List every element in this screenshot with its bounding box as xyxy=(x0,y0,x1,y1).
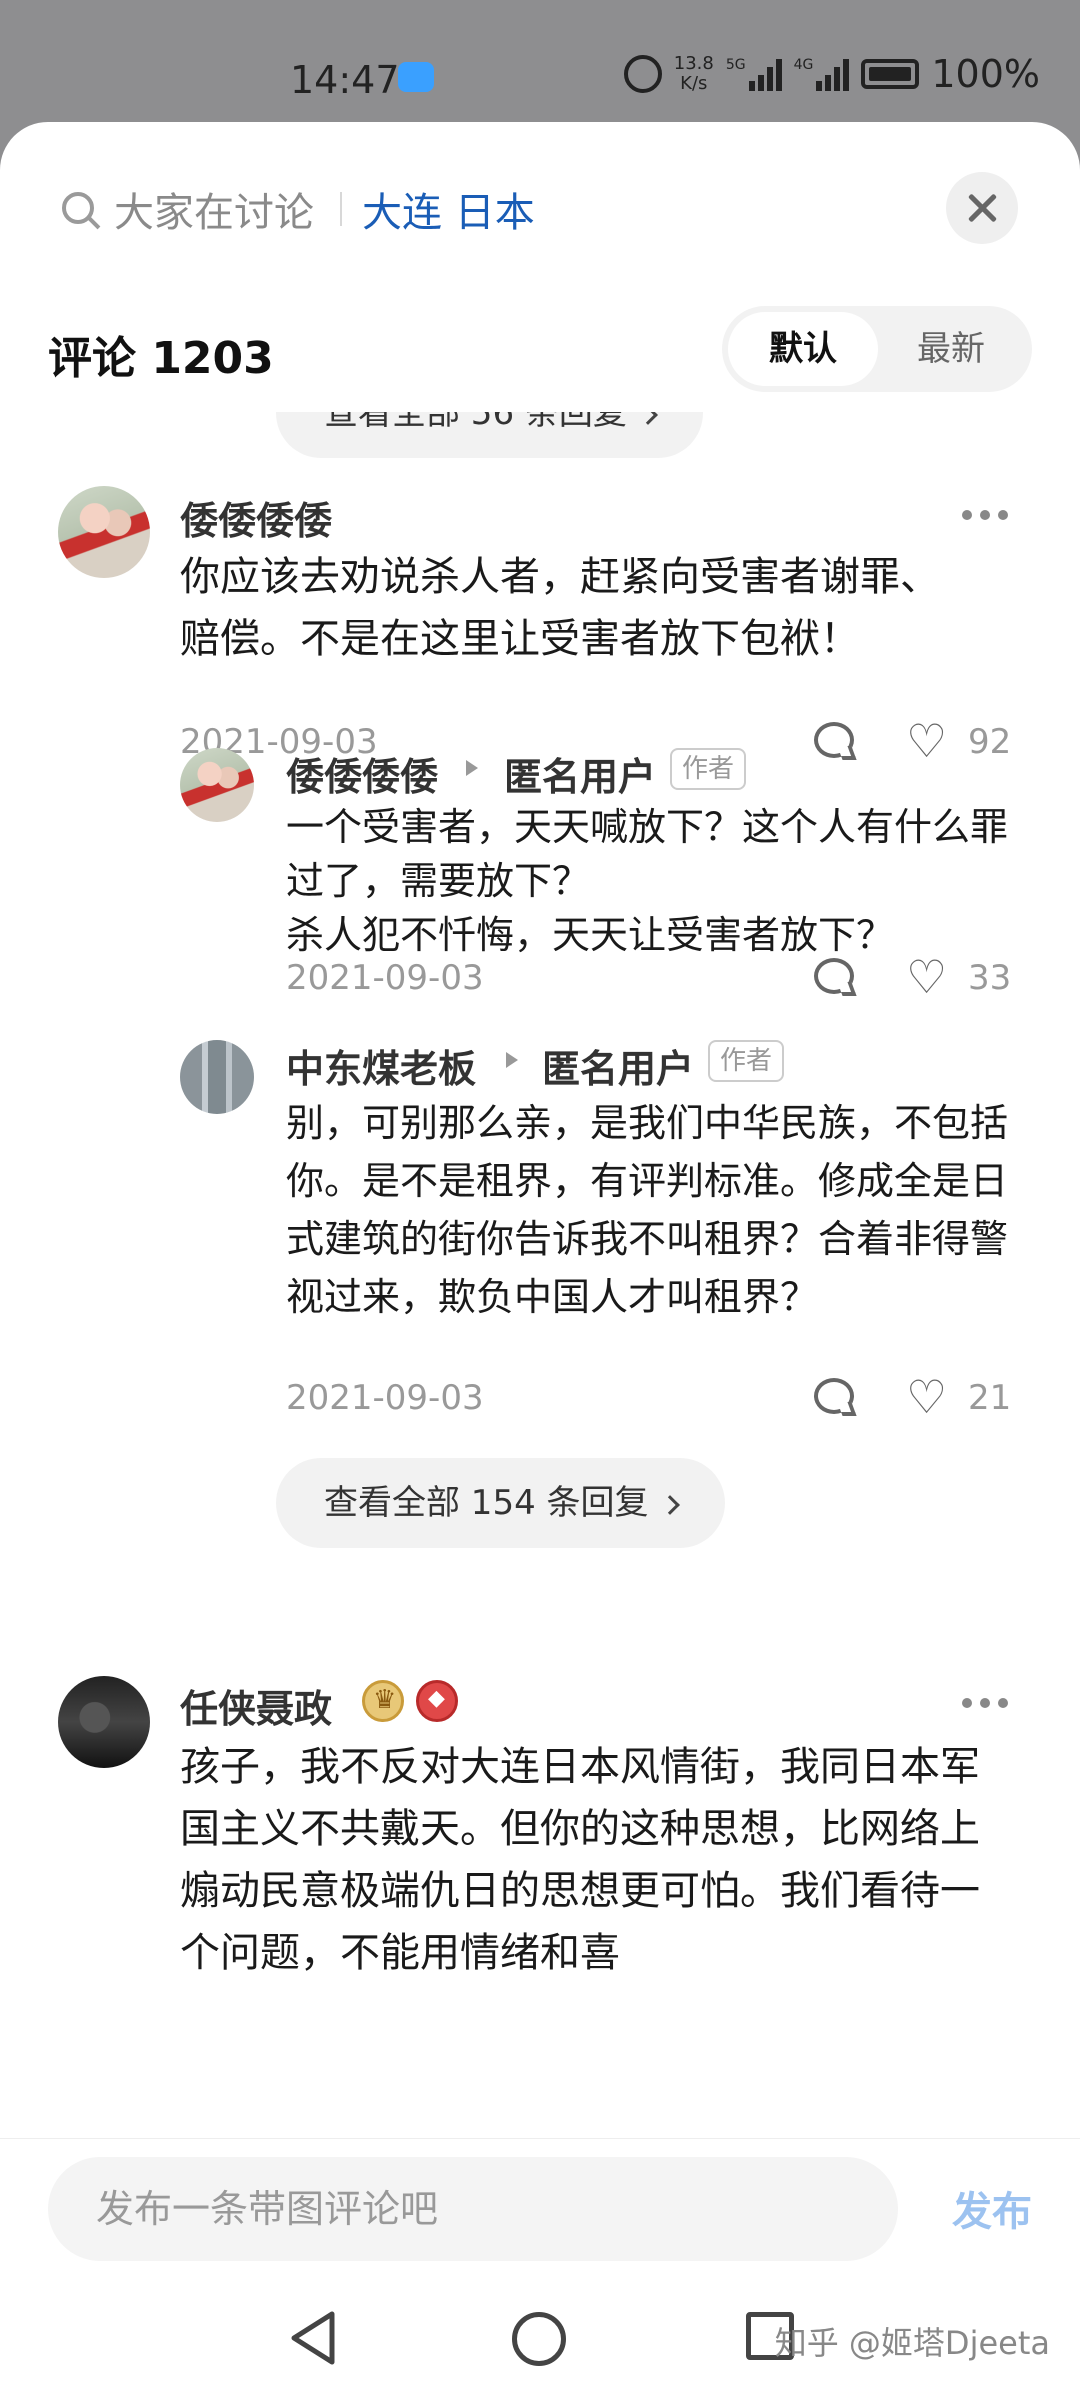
back-icon[interactable] xyxy=(288,2310,338,2366)
reply-username[interactable]: 中东煤老板 xyxy=(286,1038,476,1093)
reply-text: 别，可别那么亲，是我们中华民族，不包括你。是不是租界，有评判标准。修成全是日式建… xyxy=(286,1101,1009,1319)
reply-icon[interactable] xyxy=(814,958,854,994)
status-time: 14:47 xyxy=(290,58,400,102)
like-icon[interactable]: ♡ xyxy=(906,1374,947,1420)
signal-4g-icon: 4G xyxy=(794,57,850,91)
reply-icon[interactable] xyxy=(814,1378,854,1414)
comment-input-bar: 发布 xyxy=(0,2138,1080,2278)
net-speed: 13.8 K/s xyxy=(674,54,714,94)
reply-text: 一个受害者，天天喊放下？这个人有什么罪过了，需要放下？ 杀人犯不忏悔，天天让受害… xyxy=(286,805,1009,957)
view-all-replies-label: 查看全部 154 条回复 xyxy=(324,1483,649,1523)
like-count: 33 xyxy=(968,958,1012,998)
reply-to-username[interactable]: 匿名用户 xyxy=(504,746,656,801)
comment-text: 孩子，我不反对大连日本风情街，我同日本军国主义不共戴天。但你的这种思想，比网络上… xyxy=(180,1744,980,1976)
comments-header: 评论 1203 默认 最新 xyxy=(0,292,1080,412)
battery-icon xyxy=(861,59,920,89)
reply-username[interactable]: 倭倭倭倭 xyxy=(286,746,438,801)
comments-title: 评论 1203 xyxy=(48,333,274,384)
view-all-replies-button[interactable]: 查看全部 154 条回复 xyxy=(276,1458,725,1548)
avatar[interactable] xyxy=(58,486,150,578)
comment-text: 你应该去劝说杀人者，赶紧向受害者谢罪、赔偿。不是在这里让受害者放下包袱！ xyxy=(180,554,940,662)
comment-username[interactable]: 任侠聂政 xyxy=(180,1678,332,1733)
like-icon[interactable]: ♡ xyxy=(906,954,947,1000)
net-speed-value: 13.8 xyxy=(673,53,714,74)
avatar[interactable] xyxy=(180,1040,254,1114)
view-all-replies-button[interactable]: 查看全部 56 条回复 xyxy=(276,412,703,458)
author-badge: 作者 xyxy=(708,1040,785,1082)
more-options-icon[interactable] xyxy=(962,510,1008,520)
like-count: 92 xyxy=(968,722,1012,762)
reply-arrow-icon xyxy=(466,760,478,776)
reply-arrow-icon xyxy=(506,1052,518,1068)
sort-default-tab[interactable]: 默认 xyxy=(728,312,878,386)
reply-date: 2021-09-03 xyxy=(286,958,484,998)
battery-percent: 100% xyxy=(931,52,1040,96)
search-icon xyxy=(62,192,94,224)
alarm-icon xyxy=(623,55,662,93)
sort-latest-tab[interactable]: 最新 xyxy=(876,312,1026,386)
comment-input[interactable] xyxy=(48,2157,898,2261)
signal-4g-tag: 4G xyxy=(793,57,814,73)
reply-date: 2021-09-03 xyxy=(286,1378,484,1418)
status-bar: 14:47 13.8 K/s 5G 4G 100% xyxy=(0,0,1080,124)
search-topic-link[interactable]: 大连 日本 xyxy=(362,180,535,238)
post-button[interactable]: 发布 xyxy=(952,2179,1032,2237)
watermark: 知乎 @姬塔Djeeta xyxy=(774,2324,1050,2362)
comment-username[interactable]: 倭倭倭倭 xyxy=(180,490,332,545)
net-speed-unit: K/s xyxy=(680,73,708,94)
more-options-icon[interactable] xyxy=(962,1698,1008,1708)
close-button[interactable] xyxy=(946,172,1018,244)
cloud-icon xyxy=(398,62,434,92)
like-icon[interactable]: ♡ xyxy=(906,718,947,764)
comment-list[interactable]: 查看全部 56 条回复 倭倭倭倭 你应该去劝说杀人者，赶紧向受害者谢罪、赔偿。不… xyxy=(0,412,1080,2260)
topic-bar[interactable]: 大家在讨论 大连 日本 xyxy=(0,122,1080,292)
view-all-replies-label: 查看全部 56 条回复 xyxy=(324,412,627,433)
home-icon[interactable] xyxy=(512,2312,566,2366)
avatar[interactable] xyxy=(58,1676,150,1768)
sort-toggle: 默认 最新 xyxy=(722,306,1032,392)
signal-5g-tag: 5G xyxy=(725,57,746,73)
status-right: 13.8 K/s 5G 4G 100% xyxy=(623,52,1040,96)
signal-5g-icon: 5G xyxy=(726,57,782,91)
chevron-right-icon xyxy=(637,412,658,425)
divider xyxy=(340,192,342,226)
comments-sheet: 大家在讨论 大连 日本 评论 1203 默认 最新 查看全部 56 条回复 倭倭… xyxy=(0,122,1080,2400)
reply-to-username[interactable]: 匿名用户 xyxy=(542,1038,694,1093)
search-label: 大家在讨论 xyxy=(114,190,314,236)
chevron-right-icon xyxy=(659,1495,680,1515)
author-badge: 作者 xyxy=(670,748,747,790)
red-badge-icon xyxy=(416,1680,458,1722)
crown-badge-icon xyxy=(362,1680,404,1722)
navigation-bar: 知乎 @姬塔Djeeta xyxy=(0,2278,1080,2400)
like-count: 21 xyxy=(968,1378,1012,1418)
avatar[interactable] xyxy=(180,748,254,822)
reply-icon[interactable] xyxy=(814,722,854,758)
